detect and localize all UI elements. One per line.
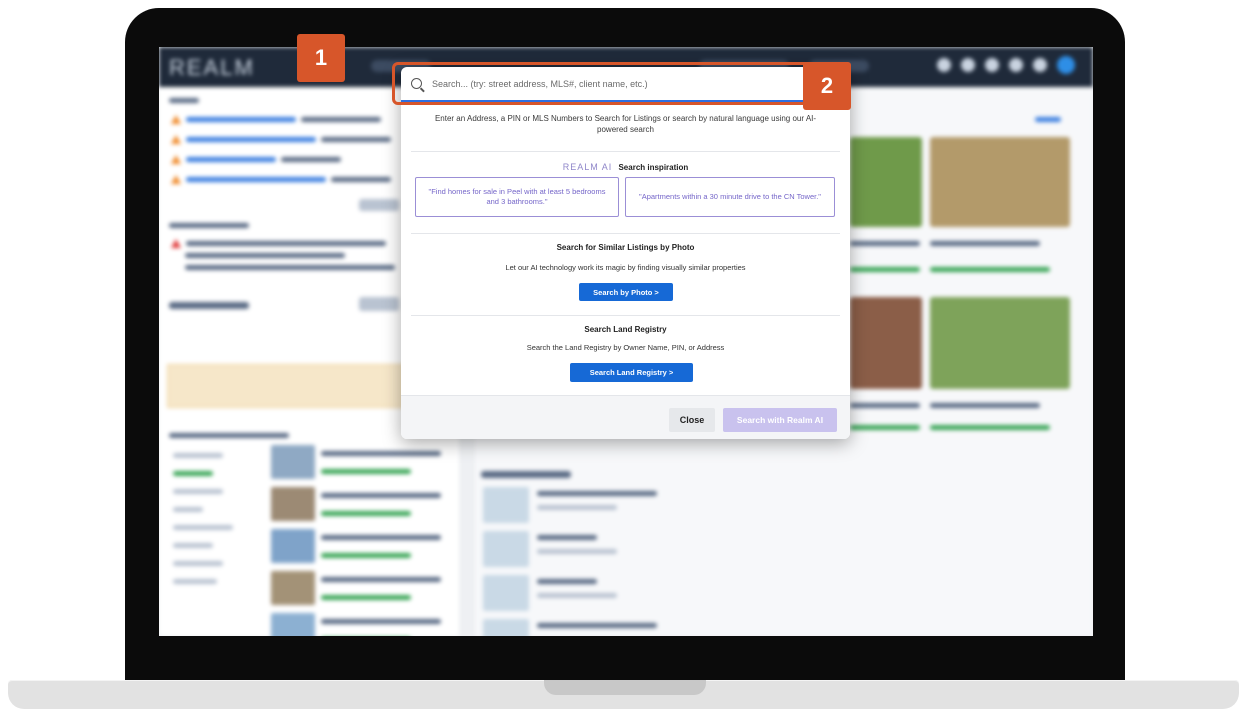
search-intro-text: Enter an Address, a PIN or MLS Numbers t…: [434, 114, 817, 134]
filter-placeholder: [173, 525, 233, 530]
recent-search-text-placeholder: [537, 593, 617, 598]
land-registry-title: Search Land Registry: [584, 325, 667, 334]
realm-logo: REALM: [169, 55, 255, 80]
callout-badge-1: 1: [297, 34, 345, 82]
listing-thumbnail: [271, 529, 315, 563]
notice-banner: [167, 364, 405, 408]
text-placeholder: [185, 253, 345, 258]
recent-searches-heading: [481, 471, 571, 478]
avatar: [1057, 56, 1075, 74]
filter-placeholder: [173, 471, 213, 476]
listing-text-placeholder: [321, 619, 441, 624]
inspiration-suggestion[interactable]: "Apartments within a 30 minute drive to …: [625, 177, 835, 217]
listing-thumbnail: [271, 487, 315, 521]
see-all-link-placeholder: [1035, 117, 1061, 122]
text-placeholder: [169, 223, 249, 228]
search-inspiration-heading: REALM AI Search inspiration: [401, 162, 850, 172]
bell-icon: [961, 58, 975, 72]
search-modal: Enter an Address, a PIN or MLS Numbers t…: [401, 67, 850, 439]
residential-listings-heading: [169, 433, 289, 438]
recent-search-map: [483, 531, 529, 567]
grid-icon: [1009, 58, 1023, 72]
recent-search-text-placeholder: [537, 549, 617, 554]
listing-text-placeholder: [321, 469, 411, 474]
callout-badge-2: 2: [803, 62, 851, 110]
listing-thumbnail: [271, 445, 315, 479]
select-placeholder: [359, 297, 399, 311]
search-land-registry-button[interactable]: Search Land Registry >: [570, 363, 693, 382]
help-icon: [937, 58, 951, 72]
listing-text-placeholder: [930, 425, 1050, 430]
alert-row: [171, 155, 341, 164]
divider: [411, 233, 840, 234]
search-with-realm-ai-button[interactable]: Search with Realm AI: [723, 408, 837, 432]
listing-thumbnail: [271, 571, 315, 605]
listing-thumbnail: [271, 613, 315, 636]
divider: [411, 151, 840, 152]
close-button[interactable]: Close: [669, 408, 715, 432]
recent-search-text-placeholder: [537, 505, 617, 510]
filter-placeholder: [173, 579, 217, 584]
listing-photo: [930, 137, 1070, 227]
listing-text-placeholder: [321, 553, 411, 558]
recent-search-map: [483, 619, 529, 636]
filter-placeholder: [173, 561, 223, 566]
land-registry-description: Search the Land Registry by Owner Name, …: [526, 343, 725, 352]
alert-row: [171, 115, 381, 124]
recent-search-text-placeholder: [537, 535, 597, 540]
recent-search-text-placeholder: [537, 623, 657, 628]
search-bar-highlight: [392, 62, 848, 105]
photo-search-title: Search for Similar Listings by Photo: [556, 243, 695, 252]
filter-placeholder: [173, 507, 203, 512]
listing-text-placeholder: [850, 403, 920, 408]
divider: [411, 315, 840, 316]
listing-text-placeholder: [321, 535, 441, 540]
view-button-placeholder: [359, 199, 399, 211]
listing-text-placeholder: [321, 577, 441, 582]
info-icon: [1033, 58, 1047, 72]
alert-row: [171, 239, 386, 248]
inspiration-suggestion[interactable]: "Find homes for sale in Peel with at lea…: [415, 177, 619, 217]
recent-search-map: [483, 575, 529, 611]
filter-placeholder: [173, 453, 223, 458]
text-placeholder: [185, 265, 395, 270]
laptop-notch: [544, 680, 706, 695]
realm-ai-logo: REALM AI: [562, 162, 613, 172]
alert-row: [171, 175, 391, 184]
search-inspiration-title: Search inspiration: [618, 163, 689, 172]
recent-search-map: [483, 487, 529, 523]
recent-search-text-placeholder: [537, 491, 657, 496]
listing-text-placeholder: [850, 267, 920, 272]
filter-placeholder: [173, 489, 223, 494]
recent-search-text-placeholder: [537, 579, 597, 584]
listing-text-placeholder: [930, 403, 1040, 408]
listing-text-placeholder: [321, 451, 441, 456]
listing-text-placeholder: [850, 425, 920, 430]
settings-icon: [985, 58, 999, 72]
listing-text-placeholder: [321, 493, 441, 498]
search-by-photo-button[interactable]: Search by Photo >: [579, 283, 673, 301]
filter-placeholder: [173, 543, 213, 548]
listing-text-placeholder: [321, 511, 411, 516]
listing-photo: [850, 297, 922, 389]
my-market-areas-heading: [169, 302, 249, 309]
listing-text-placeholder: [850, 241, 920, 246]
listing-text-placeholder: [321, 595, 411, 600]
listing-text-placeholder: [930, 241, 1040, 246]
alerts-heading: [169, 95, 199, 103]
listing-text-placeholder: [930, 267, 1050, 272]
photo-search-description: Let our AI technology work its magic by …: [505, 263, 746, 272]
listing-photo: [930, 297, 1070, 389]
listing-photo: [850, 137, 922, 227]
alert-row: [171, 135, 391, 144]
